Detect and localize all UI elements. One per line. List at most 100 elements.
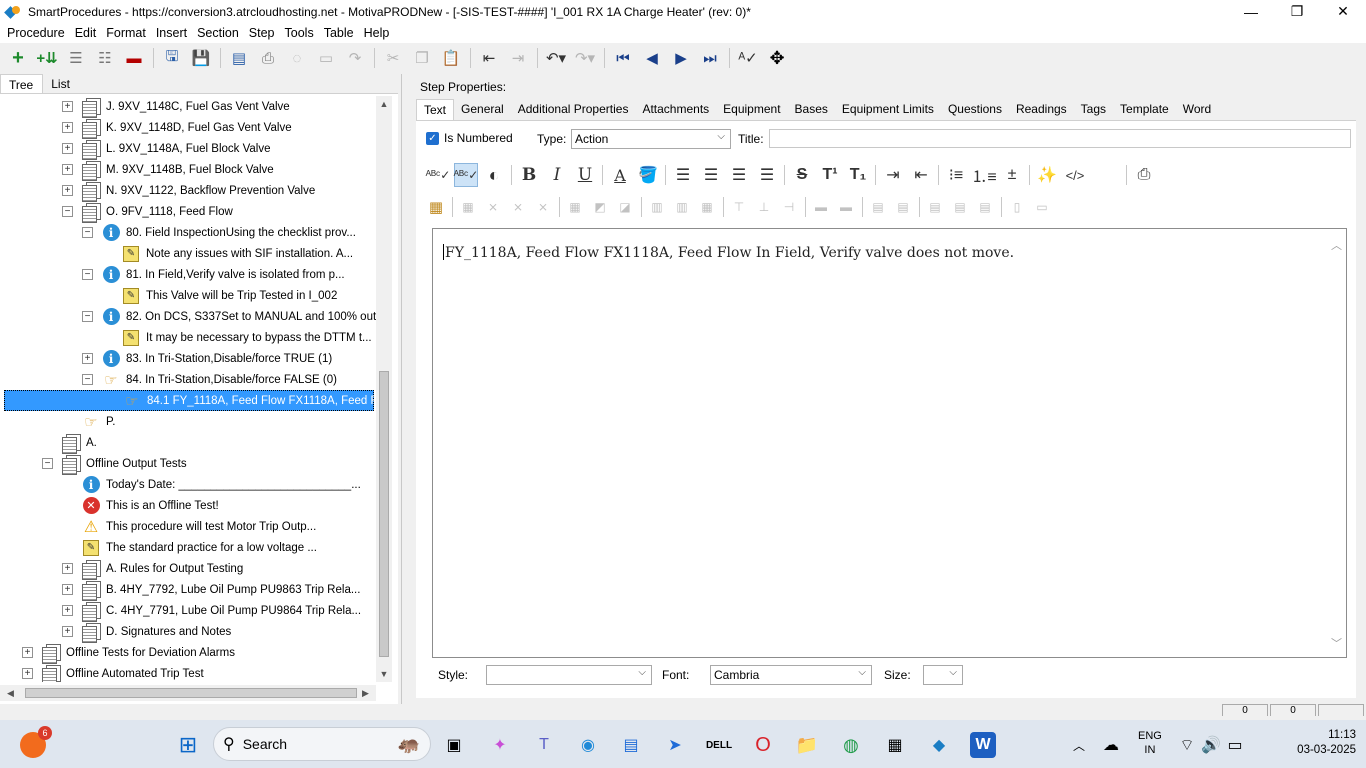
auto-spellcheck-icon[interactable]: ᴬᴮᶜ✓ [454, 163, 478, 187]
tree-node[interactable]: ⚠ This procedure will test Motor Trip Out… [62, 516, 316, 537]
tree-node[interactable]: − ☞ 84. In Tri-Station,Disable/force FALSE… [82, 369, 337, 390]
tab-tree[interactable]: Tree [0, 74, 44, 93]
editor-text-line[interactable]: FY_1118A, Feed Flow FX1118A, Feed Flow I… [443, 244, 1014, 261]
tree-node[interactable]: i Today's Date: _________________________… [62, 474, 361, 495]
style-select[interactable]: ⌵ [486, 665, 652, 685]
volume-icon[interactable]: 🔊 [1198, 732, 1224, 758]
delete-cols-icon[interactable]: ⨯ [533, 197, 553, 217]
decrease-indent-icon[interactable]: ⇤ [909, 163, 933, 187]
cell-border-icon[interactable]: ▯ [1007, 197, 1027, 217]
tree-node[interactable]: − i 80. Field InspectionUsing the checklis… [82, 222, 356, 243]
expand-icon[interactable]: + [62, 143, 73, 154]
tree-horizontal-scrollbar[interactable]: ◀ ▶ [0, 685, 376, 701]
tab-word[interactable]: Word [1176, 99, 1218, 120]
tab-readings[interactable]: Readings [1009, 99, 1074, 120]
add-icon[interactable]: + [6, 46, 30, 70]
merge-cells-icon[interactable]: ▦ [697, 197, 717, 217]
tab-general[interactable]: General [454, 99, 511, 120]
print-icon[interactable]: ⎙ [1132, 163, 1156, 187]
row-height-icon[interactable]: ▬ [811, 197, 831, 217]
bulleted-list-icon[interactable]: ⁝≡ [944, 163, 968, 187]
refresh-icon[interactable]: ◌ [285, 46, 309, 70]
tree-node[interactable]: + L. 9XV_1148A, Fuel Block Valve [62, 138, 271, 160]
redo-layout-icon[interactable]: ↷ [343, 46, 367, 70]
magic-wand-icon[interactable]: ✨ [1035, 163, 1059, 187]
list-icon[interactable]: ☰ [64, 46, 88, 70]
panel-splitter[interactable] [401, 74, 407, 704]
title-input[interactable] [769, 129, 1351, 148]
type-select[interactable]: Action ⌵ [571, 129, 731, 149]
insert-line-icon[interactable]: ± [1000, 163, 1024, 187]
redo-icon[interactable]: ↷▾ [573, 46, 597, 70]
preview-icon[interactable]: ▤ [227, 46, 251, 70]
source-code-icon[interactable]: </> [1063, 163, 1087, 187]
italic-icon[interactable]: I [545, 163, 569, 187]
tray-app-icon[interactable]: ☁ [1098, 732, 1124, 758]
copy-icon[interactable]: ❐ [410, 46, 434, 70]
insert-row-below-icon[interactable]: ⊥ [754, 197, 774, 217]
tree-node[interactable]: + Offline Automated Trip Test [22, 663, 204, 682]
tray-chevron-up-icon[interactable]: ︿ [1066, 732, 1092, 758]
align-center-icon[interactable]: ☰ [699, 163, 723, 187]
tree-node[interactable]: ✎ This Valve will be Trip Tested in I_002 [102, 285, 337, 306]
align-top-icon[interactable]: ▤ [925, 197, 945, 217]
delete-table-icon[interactable]: ⨯ [483, 197, 503, 217]
increase-indent-icon[interactable]: ⇥ [881, 163, 905, 187]
insert-row-above-icon[interactable]: ⊤ [729, 197, 749, 217]
menu-format[interactable]: Format [102, 26, 150, 40]
outline-icon[interactable]: ☷ [93, 46, 117, 70]
numbered-list-icon[interactable]: ⒈≡ [971, 163, 996, 187]
tree-node[interactable]: ✕ This is an Offline Test! [62, 495, 219, 516]
expand-icon[interactable]: + [62, 626, 73, 637]
col-width-icon[interactable]: ▬ [836, 197, 856, 217]
editor-scroll-up-icon[interactable]: ︿ [1331, 237, 1342, 253]
menu-edit[interactable]: Edit [71, 26, 101, 40]
edge-icon[interactable]: ◉ [575, 732, 601, 758]
tree-node[interactable]: ☞ 84.1 FY_1118A, Feed Flow FX1118A, Feed … [4, 390, 376, 411]
tree-node[interactable]: ✎ It may be necessary to bypass the DTTM … [102, 327, 372, 348]
tree-node[interactable]: + N. 9XV_1122, Backflow Prevention Valve [62, 180, 315, 202]
step-text-editor[interactable]: FY_1118A, Feed Flow FX1118A, Feed Flow I… [432, 228, 1347, 658]
teams-icon[interactable]: T [531, 732, 557, 758]
expand-icon[interactable]: + [22, 647, 33, 658]
collapse-icon[interactable]: − [82, 269, 93, 280]
tree-node[interactable]: + B. 4HY_7792, Lube Oil Pump PU9863 Trip … [62, 579, 360, 601]
tree-node[interactable]: ✎ Note any issues with SIF installation. … [102, 243, 353, 264]
underline-icon[interactable]: U [573, 163, 597, 187]
tree-node[interactable]: + M. 9XV_1148B, Fuel Block Valve [62, 159, 274, 181]
tab-attachments[interactable]: Attachments [635, 99, 716, 120]
expand-icon[interactable]: + [62, 185, 73, 196]
expand-icon[interactable]: + [82, 353, 93, 364]
delete-rows-icon[interactable]: ⨯ [508, 197, 528, 217]
collapse-icon[interactable]: − [82, 311, 93, 322]
tab-template[interactable]: Template [1113, 99, 1176, 120]
menu-help[interactable]: Help [360, 26, 394, 40]
strikethrough-icon[interactable]: S [790, 163, 814, 187]
tab-bases[interactable]: Bases [788, 99, 835, 120]
menu-insert[interactable]: Insert [152, 26, 191, 40]
smartprocedures-icon[interactable]: ◆ [926, 732, 952, 758]
outdent-icon[interactable]: ⇤ [477, 46, 501, 70]
font-color-icon[interactable]: A [608, 163, 632, 187]
language-indicator[interactable]: ENG IN [1138, 729, 1162, 757]
tree-node[interactable]: ✎ The standard practice for a low voltage… [62, 537, 317, 558]
expand-icon[interactable]: + [62, 563, 73, 574]
tree-node[interactable]: − O. 9FV_1118, Feed Flow [62, 201, 233, 223]
align-middle-icon[interactable]: ▤ [950, 197, 970, 217]
scroll-thumb[interactable] [379, 371, 389, 657]
tab-additional-properties[interactable]: Additional Properties [511, 99, 636, 120]
tree-node[interactable]: − i 81. In Field,Verify valve is isolated … [82, 264, 345, 285]
scroll-right-icon[interactable]: ▶ [362, 685, 369, 701]
menu-procedure[interactable]: Procedure [3, 26, 69, 40]
start-windows-icon[interactable]: ⊞ [175, 732, 201, 758]
cut-icon[interactable]: ✂ [381, 46, 405, 70]
scroll-down-icon[interactable]: ▼ [376, 669, 392, 679]
cell-props-icon[interactable]: ▦ [565, 197, 585, 217]
indent-icon[interactable]: ⇥ [506, 46, 530, 70]
insert-table-icon[interactable]: ▦ [426, 197, 446, 217]
scroll-left-icon[interactable]: ◀ [7, 685, 14, 701]
paste-icon[interactable]: 📋 [439, 46, 463, 70]
tree-node[interactable]: ☞ P. [62, 411, 115, 432]
wifi-icon[interactable]: ⌔ [1174, 732, 1200, 758]
tab-questions[interactable]: Questions [941, 99, 1009, 120]
